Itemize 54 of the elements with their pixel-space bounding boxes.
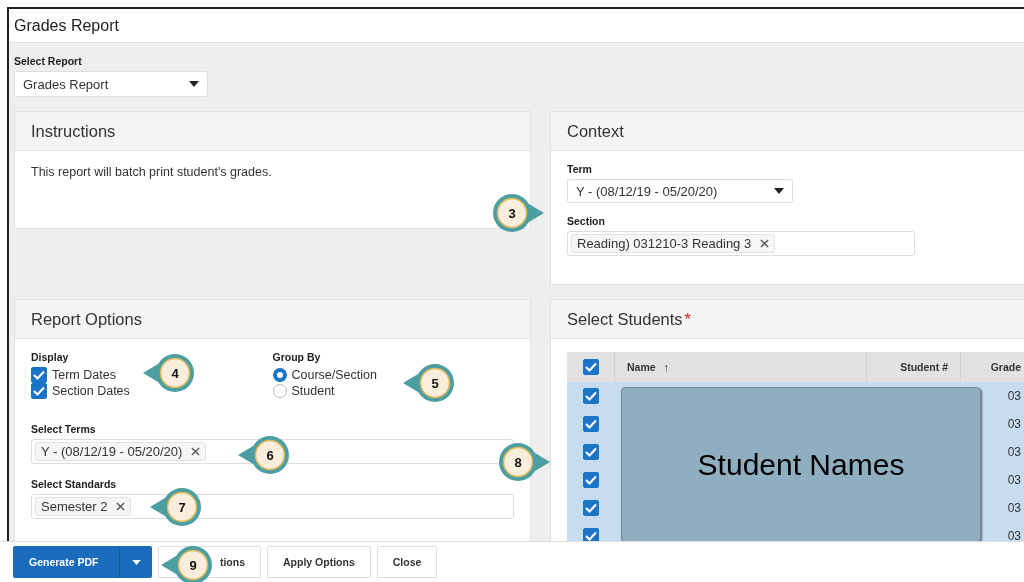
checkbox[interactable] — [31, 367, 47, 383]
grade-cell: 03 — [1007, 445, 1021, 459]
panel-title: Context — [567, 121, 624, 141]
column-header[interactable]: Grade — [990, 361, 1021, 373]
remove-icon[interactable] — [760, 239, 770, 248]
term-tag[interactable]: Y - (08/12/19 - 05/20/20) — [35, 442, 207, 461]
caret-icon — [774, 188, 784, 194]
grade-cell: 03 — [1007, 501, 1021, 515]
instructions-text: This report will batch print student's grades. — [31, 165, 273, 179]
select-standards-label: Select Standards — [31, 478, 117, 490]
grade-cell: 03 — [1007, 417, 1021, 431]
radio-label: Course/Section — [291, 368, 377, 382]
radio-button[interactable] — [272, 384, 287, 398]
select-terms-label: Select Terms — [31, 423, 96, 435]
checkbox[interactable] — [31, 383, 47, 399]
checkbox-label: Section Dates — [52, 384, 130, 398]
grade-cell: 03 — [1007, 389, 1021, 403]
row-checkbox[interactable] — [582, 388, 599, 404]
panel-title: Instructions — [31, 121, 116, 141]
required-mark: * — [684, 309, 691, 329]
footer-button[interactable]: Apply Options — [267, 546, 371, 578]
radio-button[interactable] — [272, 368, 287, 382]
remove-icon[interactable] — [191, 447, 201, 456]
row-checkbox[interactable] — [582, 528, 599, 541]
select-all-checkbox[interactable] — [582, 359, 599, 375]
panel-title: Select Students — [567, 309, 683, 329]
sort-icon[interactable]: ↑ — [663, 361, 670, 373]
redaction-overlay: Student Names — [621, 387, 981, 541]
remove-icon[interactable] — [116, 502, 126, 511]
term-dropdown[interactable]: Y - (08/12/19 - 05/20/20) — [567, 179, 793, 203]
section-label: Section — [567, 215, 605, 227]
report-dropdown[interactable]: Grades Report — [14, 71, 208, 97]
row-checkbox[interactable] — [582, 500, 599, 516]
generate-pdf-button[interactable]: Generate PDF — [13, 546, 152, 578]
group-by-label: Group By — [272, 351, 321, 363]
column-header[interactable]: Name — [627, 361, 656, 373]
grade-cell: 03 — [1007, 473, 1021, 487]
row-checkbox[interactable] — [582, 472, 599, 488]
panel-title: Report Options — [31, 309, 142, 329]
row-checkbox[interactable] — [582, 416, 599, 432]
display-label: Display — [31, 351, 69, 363]
grade-cell: 03 — [1007, 529, 1021, 541]
footer-button[interactable]: Close — [376, 546, 438, 578]
term-label: Term — [567, 163, 592, 175]
section-tag[interactable]: Reading) 031210-3 Reading 3 — [571, 234, 776, 253]
caret-icon — [189, 81, 199, 87]
checkbox-label: Term Dates — [52, 368, 116, 382]
row-checkbox[interactable] — [582, 444, 599, 460]
column-header[interactable]: Student # — [900, 361, 948, 373]
standard-tag[interactable]: Semester 2 — [35, 497, 132, 516]
radio-label: Student — [291, 384, 335, 398]
select-report-label: Select Report — [14, 55, 82, 67]
window-title: Grades Report — [14, 16, 119, 35]
caret-icon — [131, 559, 141, 565]
